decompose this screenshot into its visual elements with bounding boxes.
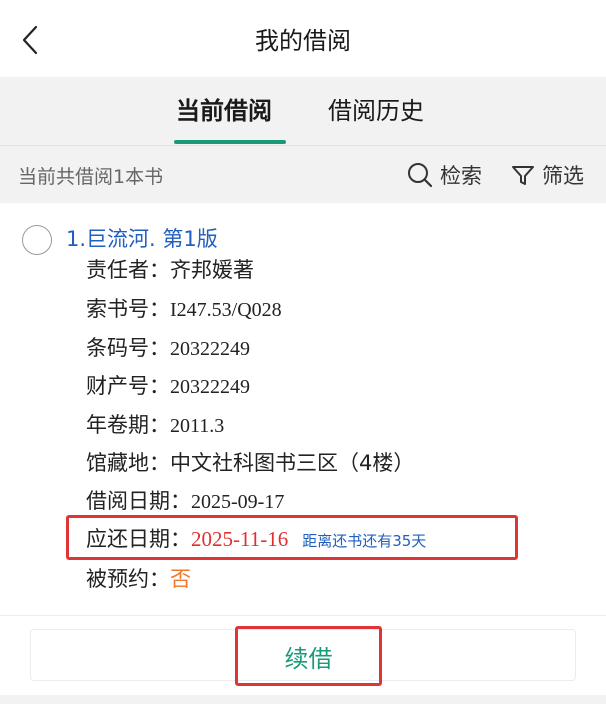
filter-label: 筛选 [542,164,584,188]
renew-button[interactable]: 续借 [235,626,382,686]
field-label: 索书号： [86,297,170,321]
field-label: 财产号： [86,374,170,398]
field-barcode: 条码号：20322249 [86,333,250,363]
field-reserved: 被预约：否 [86,564,191,594]
field-value: 齐邦媛著 [170,258,254,282]
search-label: 检索 [440,164,482,188]
page-title: 我的借阅 [255,27,351,55]
days-remaining-text: 距离还书还有35天 [302,532,427,550]
search-button[interactable]: 检索 [406,158,482,192]
field-label: 应还日期： [86,527,191,551]
field-call-number: 索书号：I247.53/Q028 [86,294,282,324]
tab-current-loans[interactable]: 当前借阅 [176,91,272,131]
field-borrow-date: 借阅日期：2025-09-17 [86,486,284,516]
field-location: 馆藏地：中文社科图书三区（4楼） [86,448,414,478]
filter-icon [512,166,534,185]
back-button[interactable] [14,24,46,56]
tab-bar: 当前借阅 借阅历史 [0,77,606,145]
select-radio[interactable] [22,225,52,255]
bottom-strip [0,695,606,704]
reserved-value: 否 [170,567,191,591]
field-label: 年卷期： [86,413,170,437]
field-value: 中文社科图书三区（4楼） [170,451,415,475]
list-toolbar: 当前共借阅1本书 检索 筛选 [0,145,606,202]
book-card: 1.巨流河. 第1版 责任者：齐邦媛著 索书号：I247.53/Q028 条码号… [0,203,606,695]
field-label: 借阅日期： [86,489,191,513]
field-volume: 年卷期：2011.3 [86,410,224,440]
due-date-value: 2025-11-16 [191,527,289,551]
tab-loan-history[interactable]: 借阅历史 [328,91,424,131]
field-value: 2025-09-17 [191,491,285,513]
field-author: 责任者：齐邦媛著 [86,255,254,285]
field-due-date: 应还日期：2025-11-16 距离还书还有35天 [86,524,426,554]
field-label: 馆藏地： [86,451,170,475]
chevron-left-icon [22,25,38,55]
app-header: 我的借阅 [0,0,606,77]
filter-button[interactable]: 筛选 [510,158,584,192]
loan-count-text: 当前共借阅1本书 [18,166,164,188]
field-asset-number: 财产号：20322249 [86,371,250,401]
search-icon [408,163,433,188]
field-value: 20322249 [170,376,250,398]
field-value: 20322249 [170,338,250,360]
field-label: 责任者： [86,258,170,282]
card-divider [0,615,606,616]
book-title[interactable]: 1.巨流河. 第1版 [66,223,218,253]
field-label: 条码号： [86,336,170,360]
field-label: 被预约： [86,567,170,591]
field-value: I247.53/Q028 [170,299,282,321]
field-value: 2011.3 [170,415,225,437]
active-tab-indicator [174,140,286,144]
